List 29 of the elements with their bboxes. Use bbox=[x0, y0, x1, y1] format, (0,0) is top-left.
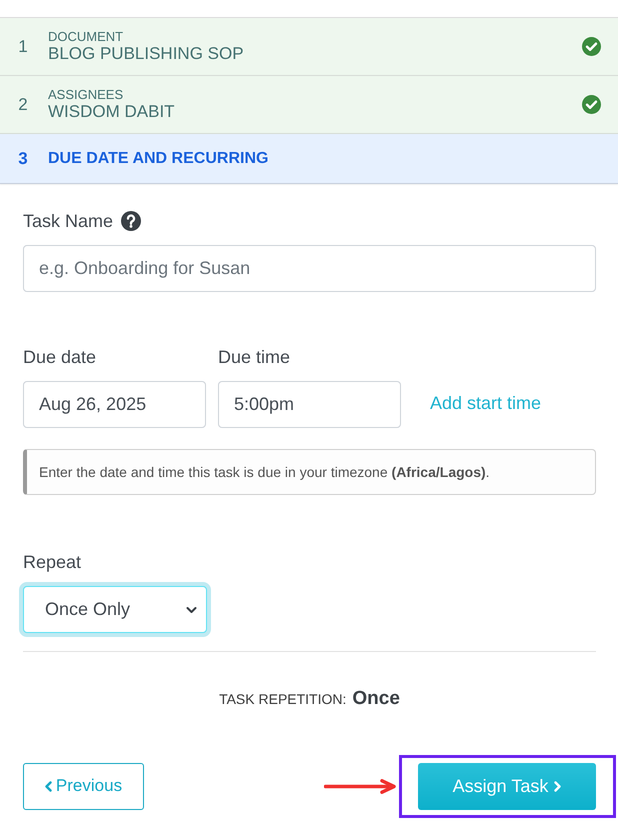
step-caption: ASSIGNEES bbox=[48, 87, 124, 102]
step-item[interactable]: 3 DUE DATE AND RECURRING bbox=[0, 134, 618, 184]
field-label: Due date bbox=[23, 346, 98, 369]
chevron-left-icon bbox=[44, 780, 52, 792]
step-number: 3 bbox=[17, 148, 29, 170]
add-start-time-link[interactable]: Add start time bbox=[430, 390, 542, 417]
step-title: BLOG PUBLISHING SOP bbox=[48, 44, 244, 64]
check-circle-icon bbox=[582, 37, 601, 56]
step-title: DUE DATE AND RECURRING bbox=[48, 148, 268, 168]
step-title: WISDOM DABIT bbox=[48, 102, 175, 122]
step-number: 2 bbox=[17, 94, 29, 116]
repetition-value: Once bbox=[352, 687, 400, 711]
info-note: Enter the date and time this task is due in your timezone (Africa/Lagos). bbox=[23, 449, 596, 495]
task-name-field[interactable]: e.g. Onboarding for Susan bbox=[23, 245, 596, 292]
check-circle-icon bbox=[582, 95, 601, 114]
step-number: 1 bbox=[17, 36, 29, 58]
step-item[interactable]: 2 ASSIGNEES WISDOM DABIT bbox=[0, 76, 618, 134]
field-label: Repeat bbox=[23, 551, 82, 574]
chevron-right-icon bbox=[554, 780, 562, 792]
previous-button[interactable]: Previous bbox=[23, 762, 144, 810]
field-label: Task Name bbox=[23, 210, 114, 233]
step-item[interactable]: 1 DOCUMENT BLOG PUBLISHING SOP bbox=[0, 18, 618, 76]
step-caption: DOCUMENT bbox=[48, 29, 124, 44]
chevron-down-icon bbox=[186, 606, 197, 614]
repetition-label: TASK REPETITION: bbox=[219, 690, 346, 709]
help-icon bbox=[121, 211, 142, 231]
time-field[interactable]: 5:00pm bbox=[218, 381, 401, 428]
field-label: Due time bbox=[218, 346, 292, 369]
date-field[interactable]: Aug 26, 2025 bbox=[23, 381, 206, 428]
